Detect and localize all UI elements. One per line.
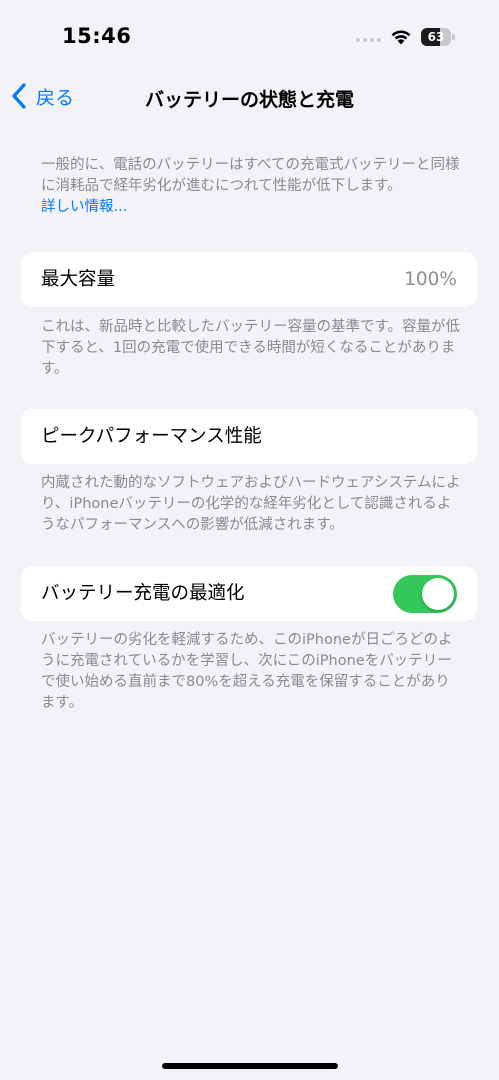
optimized-charging-label: バッテリー充電の最適化: [41, 583, 245, 604]
intro-note: 一般的に、電話のバッテリーはすべての充電式バッテリーと同様に消耗品で経年劣化が進…: [41, 155, 461, 218]
optimized-charging-toggle[interactable]: [393, 575, 457, 613]
learn-more-link[interactable]: 詳しい情報...: [41, 199, 127, 215]
page-title: バッテリーの状態と充電: [144, 89, 354, 111]
max-capacity-label: 最大容量: [41, 269, 116, 290]
wifi-icon: [391, 30, 411, 45]
max-capacity-row: 最大容量 100%: [21, 252, 477, 307]
battery-percent: 63: [427, 30, 445, 44]
cellular-signal-icon: [356, 38, 381, 42]
status-bar: 15:46 63: [0, 0, 499, 76]
intro-text: 一般的に、電話のバッテリーはすべての充電式バッテリーと同様に消耗品で経年劣化が進…: [41, 157, 460, 194]
peak-performance-row[interactable]: ピークパフォーマンス性能: [21, 409, 477, 464]
optimized-charging-row: バッテリー充電の最適化: [21, 566, 477, 621]
peak-performance-label: ピークパフォーマンス性能: [41, 426, 262, 447]
toggle-knob: [422, 578, 454, 610]
max-capacity-footer: これは、新品時と比較したバッテリー容量の基準です。容量が低下すると、1回の充電で…: [41, 319, 461, 377]
battery-icon: 63: [421, 28, 455, 46]
status-time: 15:46: [62, 24, 132, 48]
navigation-bar: 戻る バッテリーの状態と充電: [0, 76, 499, 120]
peak-performance-footer: 内蔵された動的なソフトウェアおよびハードウェアシステムにより、iPhoneバッテ…: [41, 475, 461, 533]
optimized-charging-footer: バッテリーの劣化を軽減するため、このiPhoneが日ごろどのように充電されている…: [41, 632, 453, 711]
home-indicator[interactable]: [162, 1063, 338, 1069]
max-capacity-value: 100%: [404, 269, 457, 290]
